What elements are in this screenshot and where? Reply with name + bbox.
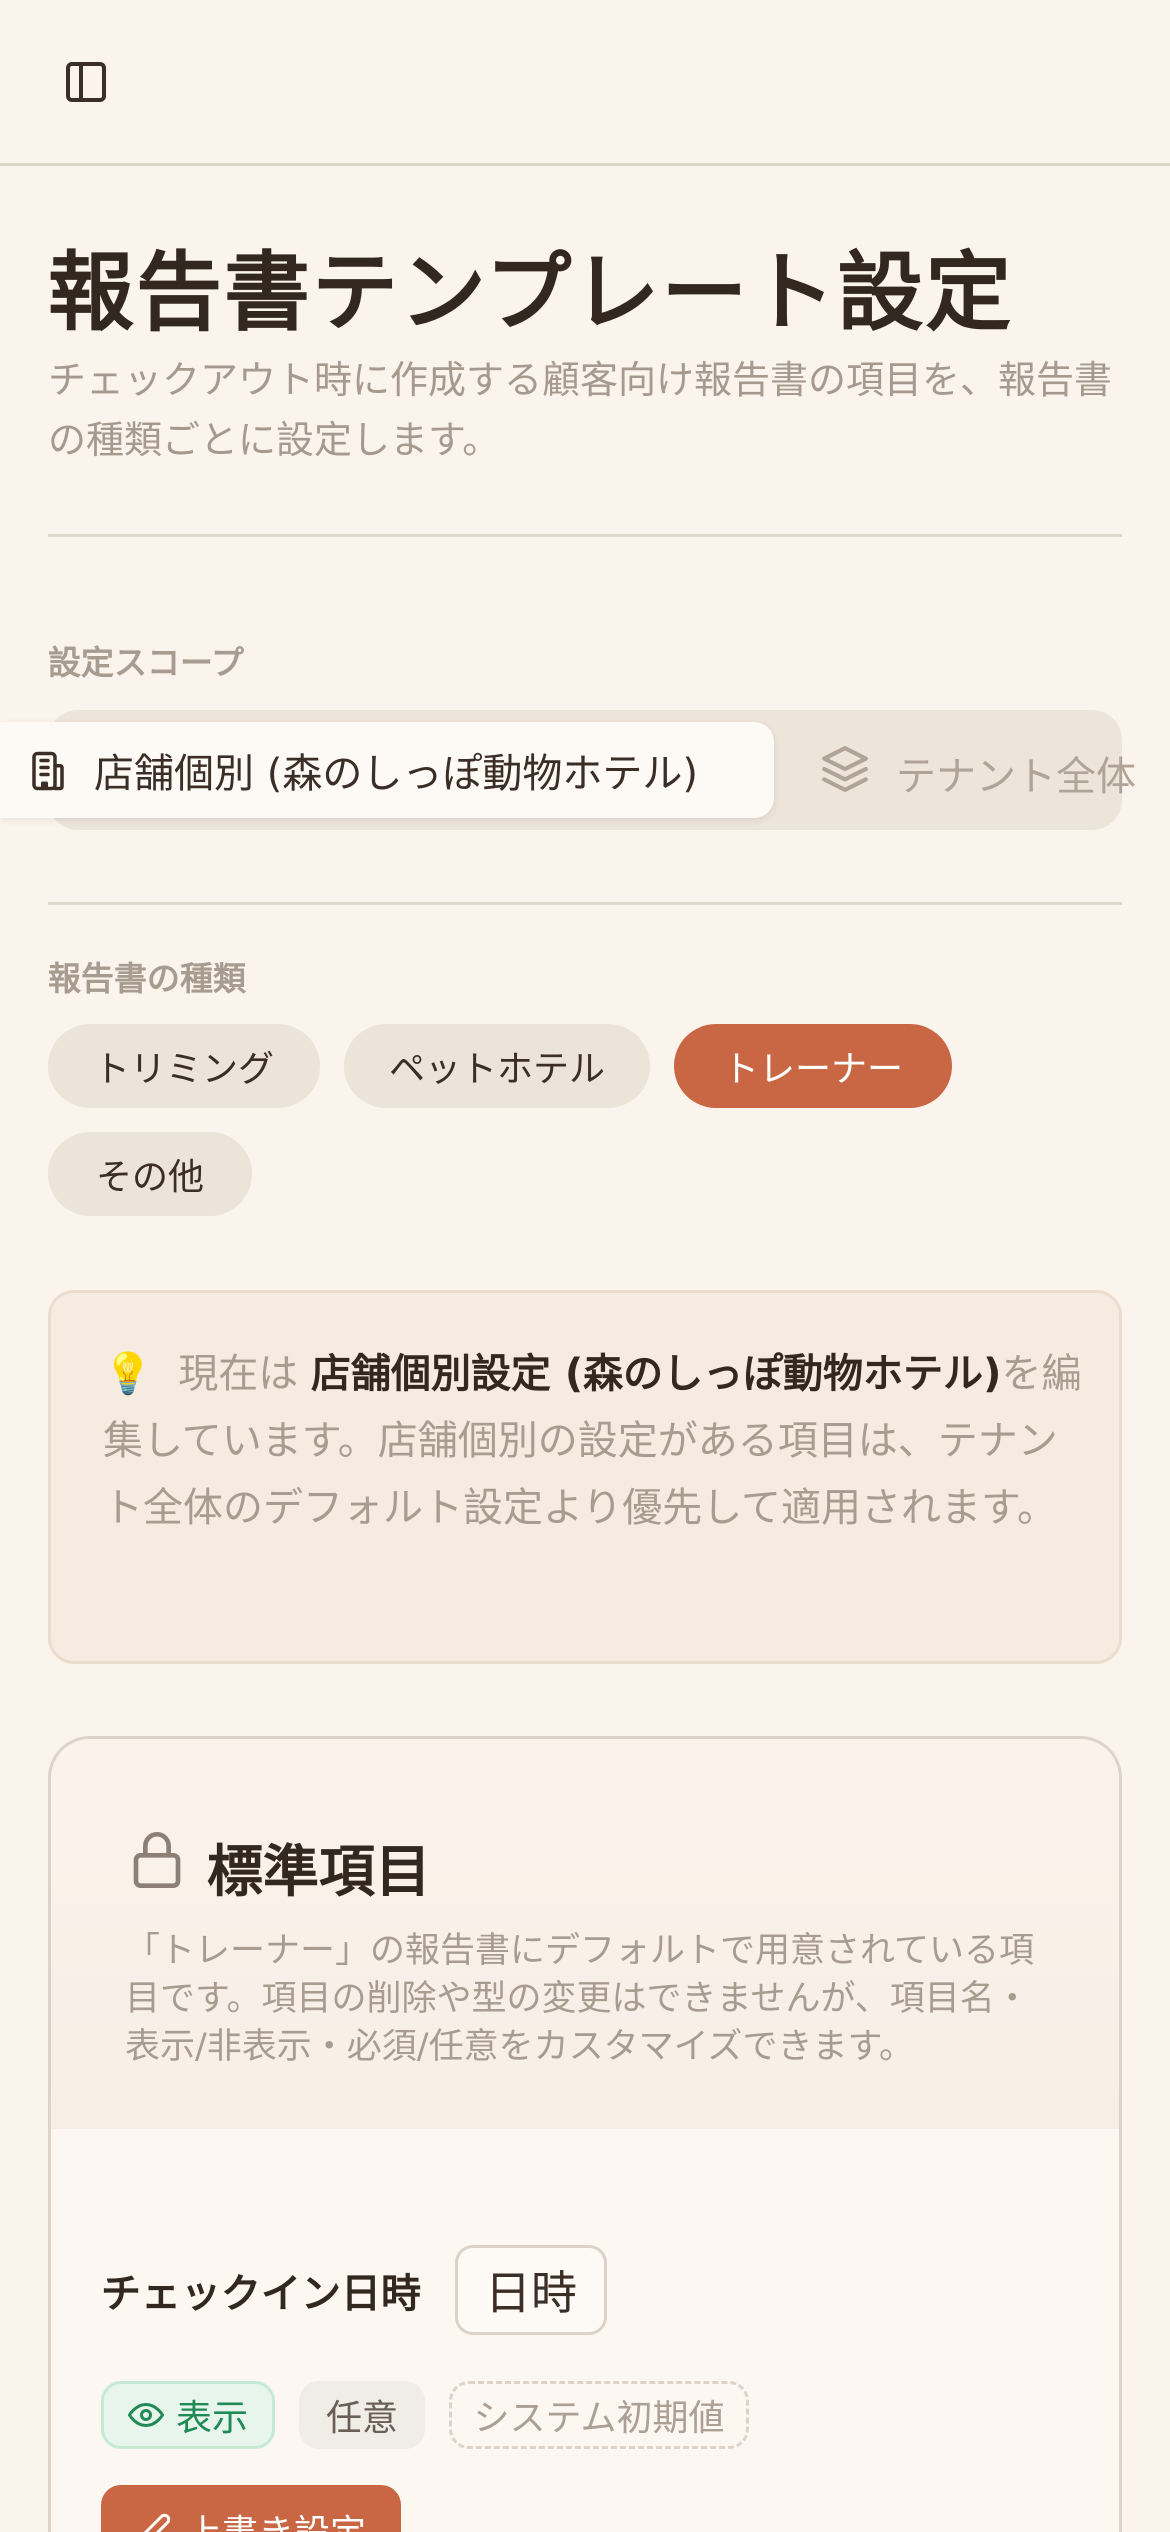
notice-emphasis: 店舗個別設定 (森のしっぽ動物ホテル) <box>310 1351 1002 1397</box>
scope-option-tenant-label: テナント全体 <box>896 754 1136 800</box>
report-type-chip-pet-hotel[interactable]: ペットホテル <box>344 1024 650 1108</box>
scope-label: 設定スコープ <box>48 643 245 682</box>
standard-fields-header: 標準項目 「トレーナー」の報告書にデフォルトで用意されている項目です。項目の削除… <box>51 1739 1119 2129</box>
layers-icon <box>822 746 868 792</box>
building-icon <box>32 751 64 791</box>
eye-icon <box>127 2403 164 2427</box>
page-description: チェックアウト時に作成する顧客向け報告書の項目を、報告書の種類ごとに設定します。 <box>48 358 1113 462</box>
lightbulb-icon: 💡 <box>103 1351 153 1397</box>
report-type-label: 報告書の種類 <box>48 959 246 998</box>
field-name: チェックイン日時 <box>101 2271 421 2317</box>
top-bar <box>0 0 1170 166</box>
sidebar-icon[interactable] <box>66 62 106 102</box>
pencil-icon <box>143 2513 171 2532</box>
report-type-chip-trimming[interactable]: トリミング <box>48 1024 320 1108</box>
notice-prefix: 現在は <box>178 1351 299 1397</box>
standard-fields-card: 標準項目 「トレーナー」の報告書にデフォルトで用意されている項目です。項目の削除… <box>48 1736 1122 2532</box>
scope-option-store-label: 店舗個別 (森のしっぽ動物ホテル) <box>94 751 698 797</box>
notice-text: 💡 現在は 店舗個別設定 (森のしっぽ動物ホテル)を編集しています。店舗個別の設… <box>103 1341 1093 1542</box>
visibility-label: 表示 <box>175 2398 248 2439</box>
lock-icon <box>133 1832 181 1888</box>
report-type-chip-other[interactable]: その他 <box>48 1132 252 1216</box>
override-button[interactable]: 上書き設定 <box>101 2485 401 2532</box>
standard-fields-title: 標準項目 <box>207 1840 431 1905</box>
source-badge: システム初期値 <box>449 2381 749 2449</box>
divider <box>48 534 1122 537</box>
standard-fields-description: 「トレーナー」の報告書にデフォルトで用意されている項目です。項目の削除や型の変更… <box>125 1931 1034 2067</box>
override-button-label: 上書き設定 <box>186 2504 366 2532</box>
scope-notice: 💡 現在は 店舗個別設定 (森のしっぽ動物ホテル)を編集しています。店舗個別の設… <box>48 1290 1122 1664</box>
requirement-badge: 任意 <box>299 2381 425 2449</box>
field-type-badge: 日時 <box>455 2245 607 2335</box>
divider <box>48 902 1122 905</box>
page-title: 報告書テンプレート設定 <box>48 243 1014 343</box>
scope-option-store[interactable]: 店舗個別 (森のしっぽ動物ホテル) <box>0 722 774 818</box>
report-type-chip-trainer[interactable]: トレーナー <box>674 1024 952 1108</box>
visibility-badge: 表示 <box>101 2381 275 2449</box>
